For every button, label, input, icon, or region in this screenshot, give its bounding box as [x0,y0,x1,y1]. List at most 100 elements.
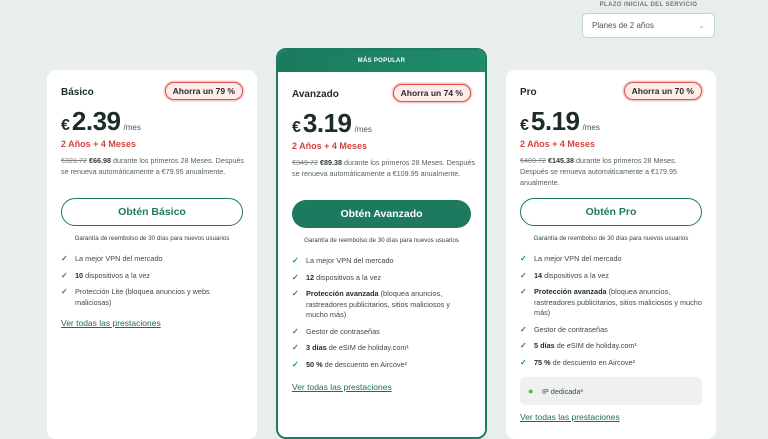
price-period: /mes [123,123,141,132]
price-period: /mes [354,125,372,134]
price-amount: 3.19 [302,108,352,138]
new-price: €145.38 [547,156,574,165]
feature-item: ✓ 5 días de eSIM de holiday.com¹ [520,341,702,352]
feature-text: dispositivos a la vez [542,270,610,280]
see-all-features-link[interactable]: Ver todas las prestaciones [61,318,161,328]
term-selector: PLAZO INICIAL DEL SERVICIO Planes de 2 a… [582,2,715,38]
check-icon: ✓ [520,254,527,263]
plan-card-pro: Pro Ahorra un 70 % € 5.19 /mes 2 Años + … [506,70,716,439]
check-icon: ✓ [292,343,299,352]
get-pro-button[interactable]: Obtén Pro [520,198,702,226]
check-icon: ✓ [520,324,527,334]
feature-item: ✓ 75 % de descuento en Aircove² [520,358,702,369]
see-all-features-link[interactable]: Ver todas las prestaciones [520,412,620,422]
check-icon: ✓ [61,270,68,280]
feature-item: ✓ Protección Lite (bloquea anuncios y web… [61,287,243,308]
savings-badge: Ahorra un 79 % [164,82,243,100]
term-dropdown[interactable]: Planes de 2 años ⌄ [582,13,715,38]
currency-symbol: € [292,119,301,136]
check-icon: ✓ [520,287,527,296]
feature-item: ✓ 10 dispositivos a la vez [61,271,243,282]
savings-badge: Ahorra un 74 % [392,84,471,102]
feature-item: ✓ Gestor de contraseñas [292,327,471,338]
feature-bold: 3 días [306,343,327,352]
plan-name: Avanzado [292,89,339,100]
price: € 2.39 /mes [61,106,141,137]
feature-item: ✓ La mejor VPN del mercado [520,254,702,265]
plan-name: Básico [61,87,94,98]
feature-text: La mejor VPN del mercado [534,254,622,263]
terms-text: durante los primeros 28 Meses. [110,156,214,165]
plan-card-basic: Básico Ahorra un 79 % € 2.39 /mes 2 Años… [47,70,257,439]
feature-item: ✓ 12 dispositivos a la vez [292,273,471,284]
feature-text: de descuento en Aircove² [322,359,408,369]
see-all-features-link[interactable]: Ver todas las prestaciones [292,382,392,392]
feature-item: ✓ Protección avanzada (bloquea anuncios, … [520,287,702,319]
get-basic-button[interactable]: Obtén Básico [61,198,243,226]
feature-list: ✓ La mejor VPN del mercado ✓ 10 dispositiv… [61,254,243,314]
guarantee-text: Garantía de reembolso de 30 días para nu… [304,237,459,244]
price-amount: 5.19 [530,106,580,136]
dedicated-ip-addon: ● IP dedicada³ [520,377,702,405]
feature-text: de descuento en Aircove² [550,357,636,367]
check-icon: ✓ [292,289,299,298]
get-advanced-button[interactable]: Obtén Avanzado [292,200,471,228]
plan-card-body: Avanzado Ahorra un 74 % € 3.19 /mes 2 Añ… [278,72,485,437]
feature-bold: Protección avanzada [534,287,607,296]
location-pin-icon: ● [528,386,534,396]
feature-bold: Protección avanzada [306,289,379,298]
old-price: €349.72 [292,158,318,167]
price: € 3.19 /mes [292,108,372,139]
new-price: €89.38 [319,158,342,167]
terms-text: durante los primeros 28 Meses. [341,158,445,167]
feature-item: ✓ 3 días de eSIM de holiday.com¹ [292,343,471,354]
feature-bold: 75 % [534,357,551,367]
old-price: €321.72 [61,156,87,165]
feature-bold: 14 [534,270,543,280]
terms-text: durante los primeros 28 Meses. [573,156,677,165]
guarantee-text: Garantía de reembolso de 30 días para nu… [74,235,230,242]
feature-item: ✓ Gestor de contraseñas [520,325,702,336]
dedicated-ip-label: IP dedicada³ [542,386,583,396]
feature-text: La mejor VPN del mercado [75,254,163,263]
check-icon: ✓ [520,270,527,280]
chevron-down-icon: ⌄ [698,21,705,30]
old-price: €489.72 [520,156,546,165]
term-selected-value: Planes de 2 años [592,21,654,30]
bonus-term: 2 Años + 4 Meses [520,139,595,149]
new-price: €66.98 [88,156,111,165]
check-icon: ✓ [520,357,527,367]
feature-bold: 5 días [534,341,555,350]
feature-text: dispositivos a la vez [314,272,382,282]
term-label: PLAZO INICIAL DEL SERVICIO [599,2,698,8]
plan-card-advanced: MÁS POPULAR Avanzado Ahorra un 74 % € 3.… [276,48,487,439]
check-icon: ✓ [292,326,299,336]
bonus-term: 2 Años + 4 Meses [292,141,367,151]
feature-item: ✓ 50 % de descuento en Aircove² [292,360,471,371]
price-amount: 2.39 [71,106,121,136]
feature-text: Gestor de contraseñas [306,326,380,336]
feature-text: Gestor de contraseñas [534,324,608,334]
currency-symbol: € [61,117,70,134]
check-icon: ✓ [61,254,68,263]
price-period: /mes [582,123,600,132]
feature-list: ✓ La mejor VPN del mercado ✓ 14 dispositiv… [520,254,702,374]
feature-text: La mejor VPN del mercado [306,256,394,265]
plan-name: Pro [520,87,537,98]
guarantee-text: Garantía de reembolso de 30 días para nu… [533,235,689,242]
check-icon: ✓ [61,287,68,296]
check-icon: ✓ [292,359,299,369]
billing-terms: €349.72 €89.38 durante los primeros 28 M… [292,157,477,179]
feature-item: ✓ La mejor VPN del mercado [292,256,471,267]
feature-item: ✓ 14 dispositivos a la vez [520,271,702,282]
check-icon: ✓ [292,256,299,265]
feature-text: de eSIM de holiday.com¹ [326,343,409,352]
billing-terms: €489.72 €145.38 durante los primeros 28 … [520,155,705,188]
feature-item: ✓ La mejor VPN del mercado [61,254,243,265]
feature-bold: 50 % [306,359,323,369]
renewal-text: Después se renueva automáticamente a €17… [520,167,678,187]
savings-badge: Ahorra un 70 % [623,82,702,100]
billing-terms: €321.72 €66.98 durante los primeros 28 M… [61,155,246,177]
bonus-term: 2 Años + 4 Meses [61,139,136,149]
feature-text: Protección Lite (bloquea anuncios y webs… [75,287,210,307]
